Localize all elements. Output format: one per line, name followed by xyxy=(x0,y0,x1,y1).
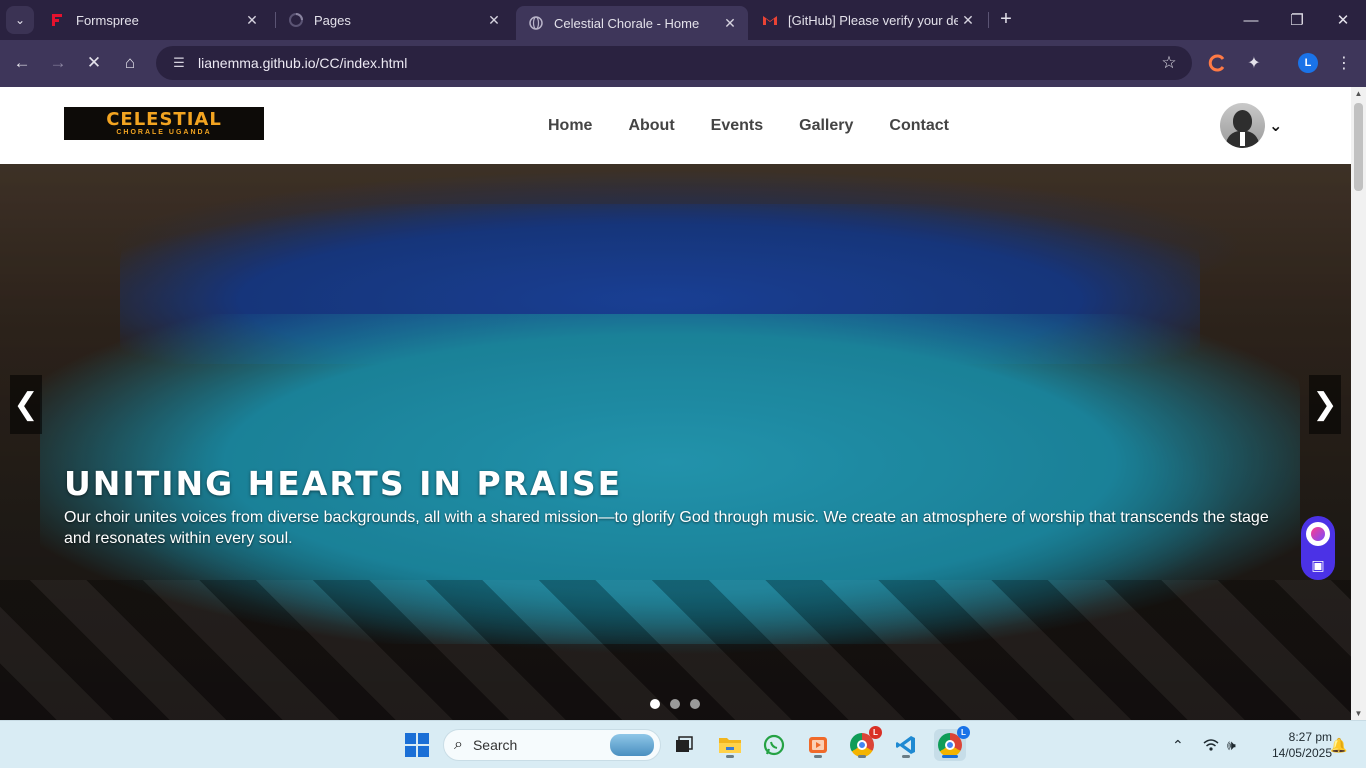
tab-title: Formspree xyxy=(76,12,139,28)
menu-kebab-icon[interactable]: ⋮ xyxy=(1332,51,1356,75)
scroll-down-icon[interactable]: ▼ xyxy=(1354,709,1363,718)
close-icon[interactable]: ✕ xyxy=(484,12,504,29)
minimize-button[interactable]: — xyxy=(1228,0,1274,40)
extension-c-icon[interactable] xyxy=(1206,51,1230,75)
search-icon: ⌕ xyxy=(454,736,463,753)
stop-loading-icon[interactable]: ✕ xyxy=(80,49,108,77)
clock-date: 14/05/2025 xyxy=(1271,746,1332,760)
vscode-icon[interactable] xyxy=(890,729,922,761)
url-text[interactable]: lianemma.github.io/CC/index.html xyxy=(198,55,1154,71)
scrollbar-thumb[interactable] xyxy=(1354,103,1363,191)
tab-search-button[interactable]: ⌄ xyxy=(6,6,34,34)
site-logo[interactable]: CELESTIAL CHORALE UGANDA xyxy=(64,107,264,140)
running-indicator xyxy=(902,755,910,758)
nav-events[interactable]: Events xyxy=(711,117,763,135)
loading-icon xyxy=(288,12,304,28)
avatar[interactable] xyxy=(1220,103,1265,148)
formspree-icon xyxy=(50,12,66,28)
tab-separator xyxy=(988,12,989,28)
nav-contact[interactable]: Contact xyxy=(889,117,949,135)
profile-icon[interactable]: L xyxy=(1296,51,1320,75)
media-player-icon[interactable] xyxy=(802,729,834,761)
nav-home[interactable]: Home xyxy=(548,117,592,135)
profile-badge: L xyxy=(957,726,970,739)
bookmark-star-icon[interactable]: ☆ xyxy=(1154,53,1184,73)
hero-title: UNITING HEARTS IN PRAISE xyxy=(64,464,623,503)
hero-caption: UNITING HEARTS IN PRAISE Our choir unite… xyxy=(64,464,1279,549)
nav-about[interactable]: About xyxy=(628,117,674,135)
page-scrollbar[interactable]: ▲ ▼ xyxy=(1351,87,1366,720)
assistant-orb-icon[interactable] xyxy=(1306,521,1330,546)
tab-title: Pages xyxy=(314,12,351,28)
tab-title: [GitHub] Please verify your devi xyxy=(788,12,958,28)
scroll-up-icon[interactable]: ▲ xyxy=(1354,89,1363,98)
volume-icon[interactable]: 🕪 xyxy=(1227,721,1236,768)
logo-line-2: CHORALE UGANDA xyxy=(116,128,212,136)
whatsapp-icon[interactable] xyxy=(758,729,790,761)
back-arrow-icon[interactable]: ← xyxy=(8,49,36,77)
close-icon[interactable]: ✕ xyxy=(242,12,262,29)
clock-time: 8:27 pm xyxy=(1288,730,1332,744)
window-close-button[interactable]: ✕ xyxy=(1320,0,1366,40)
image-edit-icon[interactable]: ▣ xyxy=(1311,557,1324,574)
carousel-dot-3[interactable] xyxy=(690,699,700,709)
carousel-indicators xyxy=(650,699,700,709)
page-viewport: CELESTIAL CHORALE UGANDA Home About Even… xyxy=(0,87,1366,720)
site-navbar: CELESTIAL CHORALE UGANDA Home About Even… xyxy=(0,87,1351,164)
forward-arrow-icon[interactable]: → xyxy=(44,49,72,77)
tab-title: Celestial Chorale - Home xyxy=(554,15,700,31)
windows-logo-icon xyxy=(405,733,429,757)
carousel-next-button[interactable]: ❯ xyxy=(1309,375,1341,434)
tab-github-email[interactable]: [GitHub] Please verify your devi ✕ xyxy=(750,0,986,40)
running-indicator xyxy=(814,755,822,758)
search-placeholder: Search xyxy=(472,737,518,753)
windows-taskbar: ⌕ Search L L ⌃ 🕪 8:27 pm 14/05/2025 🔔 xyxy=(0,720,1366,768)
floating-assistant-widget[interactable]: ▣ xyxy=(1301,516,1335,580)
home-icon[interactable]: ⌂ xyxy=(116,49,144,77)
chrome-profile-icon[interactable]: L xyxy=(846,726,882,761)
globe-icon xyxy=(528,15,544,31)
wifi-icon[interactable] xyxy=(1203,721,1219,768)
search-highlight-image xyxy=(610,734,654,756)
hero-overlay xyxy=(0,164,1351,720)
logo-line-1: CELESTIAL xyxy=(106,108,222,130)
tab-pages[interactable]: Pages ✕ xyxy=(276,0,512,40)
restore-button[interactable]: ❐ xyxy=(1274,0,1320,40)
carousel-prev-button[interactable]: ❮ xyxy=(10,375,42,434)
hero-text: Our choir unites voices from diverse bac… xyxy=(64,509,1269,547)
chevron-down-icon[interactable]: ⌄ xyxy=(1269,116,1282,136)
chrome-active-icon[interactable]: L xyxy=(934,726,970,761)
taskbar-search[interactable]: ⌕ Search xyxy=(443,729,661,761)
tab-celestial-chorale[interactable]: Celestial Chorale - Home ✕ xyxy=(516,6,748,40)
profile-initial: L xyxy=(1298,53,1318,73)
tab-formspree[interactable]: Formspree ✕ xyxy=(38,0,270,40)
gmail-icon xyxy=(762,12,778,28)
close-icon[interactable]: ✕ xyxy=(958,12,978,29)
system-clock[interactable]: 8:27 pm 14/05/2025 xyxy=(1252,729,1332,761)
main-menu: Home About Events Gallery Contact xyxy=(548,87,985,164)
extensions-puzzle-icon[interactable]: ✦ xyxy=(1242,51,1266,75)
notification-bell-icon[interactable]: 🔔 xyxy=(1330,721,1347,768)
task-view-icon[interactable] xyxy=(668,729,700,761)
nav-gallery[interactable]: Gallery xyxy=(799,117,853,135)
tab-strip: ⌄ Formspree ✕ Pages ✕ Celestial Chorale … xyxy=(0,0,1366,40)
active-indicator xyxy=(942,755,958,758)
new-tab-button[interactable]: + xyxy=(994,8,1018,32)
user-menu[interactable]: ⌄ xyxy=(1220,103,1282,148)
start-button[interactable] xyxy=(401,729,433,761)
file-explorer-icon[interactable] xyxy=(714,729,746,761)
running-indicator xyxy=(858,755,866,758)
address-bar[interactable]: ☰ lianemma.github.io/CC/index.html ☆ xyxy=(156,46,1192,80)
profile-badge: L xyxy=(869,726,882,739)
carousel-dot-2[interactable] xyxy=(670,699,680,709)
running-indicator xyxy=(726,755,734,758)
close-icon[interactable]: ✕ xyxy=(720,15,740,32)
chevron-up-icon[interactable]: ⌃ xyxy=(1172,721,1184,768)
hero-carousel: UNITING HEARTS IN PRAISE Our choir unite… xyxy=(0,164,1351,720)
site-info-icon[interactable]: ☰ xyxy=(164,55,194,71)
browser-toolbar: ← → ✕ ⌂ ☰ lianemma.github.io/CC/index.ht… xyxy=(0,40,1366,87)
carousel-dot-1[interactable] xyxy=(650,699,660,709)
